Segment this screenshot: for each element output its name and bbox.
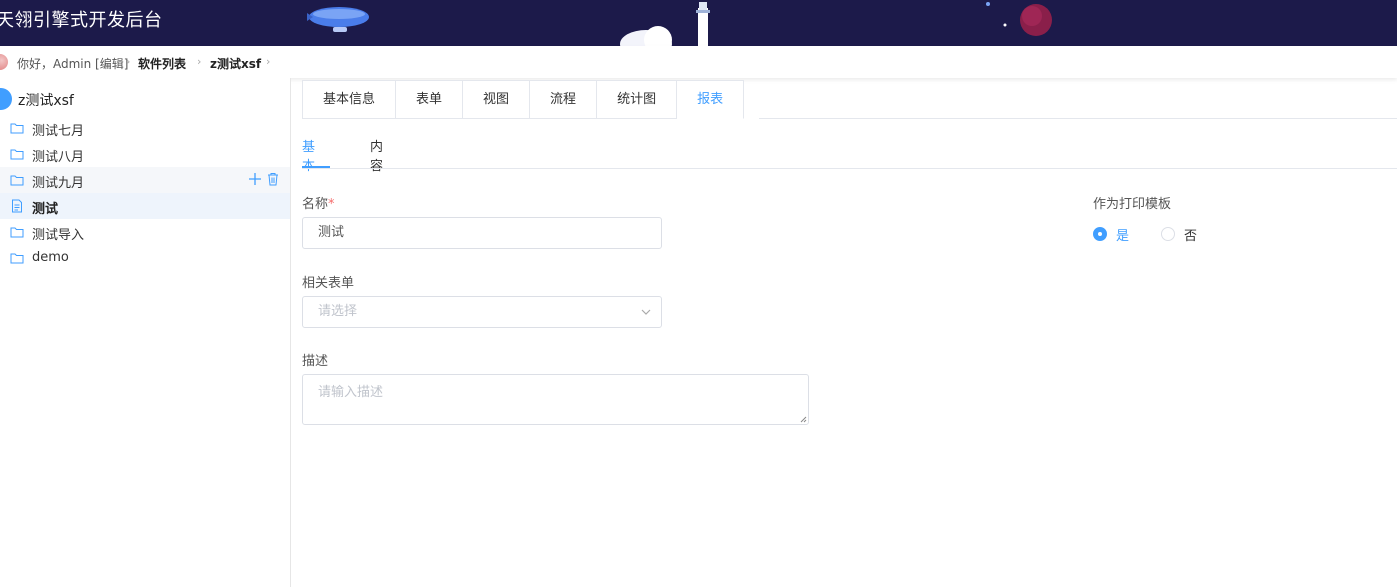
tab-report[interactable]: 报表 xyxy=(677,80,745,119)
resize-grip-icon[interactable] xyxy=(799,415,807,423)
description-textarea[interactable]: 请输入描述 xyxy=(302,374,809,425)
document-icon xyxy=(12,199,22,213)
breadcrumb-separator: › xyxy=(266,55,271,68)
breadcrumb-bar: 你好，Admin [编辑] › 软件列表 › z测试xsf › xyxy=(0,46,1397,78)
radio-dot xyxy=(1093,227,1107,241)
tab-workflow[interactable]: 流程 xyxy=(530,80,598,119)
sidebar-tree: z测试xsf 测试七月 测试八月 测试九月 测试 测试导入 demo xyxy=(0,78,291,587)
print-template-label: 作为打印模板 xyxy=(1093,197,1172,212)
add-icon[interactable] xyxy=(248,172,262,186)
folder-icon xyxy=(10,253,24,264)
folder-icon xyxy=(10,149,24,160)
star-icon xyxy=(986,2,990,6)
tree-root-label[interactable]: z测试xsf xyxy=(18,90,74,110)
tree-item-import[interactable]: 测试导入 xyxy=(0,219,290,245)
related-form-placeholder: 请选择 xyxy=(318,304,358,319)
tree-item-demo[interactable]: demo xyxy=(0,245,290,271)
description-label: 描述 xyxy=(302,354,329,369)
tabs-divider xyxy=(759,118,1397,119)
airship-decoration-icon xyxy=(307,7,369,32)
tree-item-label: 测试 xyxy=(32,202,59,217)
app-header: 天翎引擎式开发后台 xyxy=(0,0,1397,46)
radio-label: 否 xyxy=(1184,228,1198,244)
tree-item-test[interactable]: 测试 xyxy=(0,193,290,219)
tree-item-label: 测试导入 xyxy=(32,228,85,243)
chevron-down-icon xyxy=(641,309,651,315)
breadcrumb-software-list[interactable]: 软件列表 xyxy=(138,55,186,72)
radio-label: 是 xyxy=(1116,228,1130,244)
print-template-radio-yes[interactable]: 是 xyxy=(1093,226,1130,244)
breadcrumb-separator: › xyxy=(126,55,131,68)
name-label: 名称* xyxy=(302,197,335,212)
tab-form[interactable]: 表单 xyxy=(396,80,464,119)
avatar[interactable] xyxy=(0,54,8,70)
related-form-label: 相关表单 xyxy=(302,276,355,291)
star-icon xyxy=(1003,23,1007,27)
print-template-radio-no[interactable]: 否 xyxy=(1161,226,1198,244)
planet-decoration-icon xyxy=(1020,4,1052,36)
module-tabs: 基本信息 表单 视图 流程 统计图 报表 xyxy=(302,80,745,119)
tree-item-august[interactable]: 测试八月 xyxy=(0,141,290,167)
related-form-select[interactable]: 请选择 xyxy=(302,296,662,328)
subtabs-divider xyxy=(302,168,1397,169)
tree-item-label: demo xyxy=(32,250,69,265)
tab-chart[interactable]: 统计图 xyxy=(597,80,678,119)
folder-icon xyxy=(10,123,24,134)
breadcrumb-separator: › xyxy=(197,55,202,68)
radio-dot xyxy=(1161,227,1175,241)
tree-item-label: 测试七月 xyxy=(32,124,85,139)
tab-view[interactable]: 视图 xyxy=(463,80,531,119)
lighthouse-decoration-icon xyxy=(620,2,710,46)
tree-item-label: 测试八月 xyxy=(32,150,85,165)
app-title: 天翎引擎式开发后台 xyxy=(0,10,163,31)
tree-item-july[interactable]: 测试七月 xyxy=(0,115,290,141)
folder-icon xyxy=(10,175,24,186)
tree-item-label: 测试九月 xyxy=(32,176,85,191)
user-greeting[interactable]: 你好，Admin [编辑] xyxy=(17,55,128,72)
breadcrumb-current-app[interactable]: z测试xsf xyxy=(210,55,261,72)
tab-basic-info[interactable]: 基本信息 xyxy=(302,80,397,119)
folder-icon xyxy=(10,227,24,238)
name-input[interactable]: 测试 xyxy=(302,217,662,249)
home-icon xyxy=(0,88,12,110)
description-placeholder: 请输入描述 xyxy=(318,385,384,400)
trash-icon[interactable] xyxy=(266,172,280,186)
tree-item-september[interactable]: 测试九月 xyxy=(0,167,290,193)
